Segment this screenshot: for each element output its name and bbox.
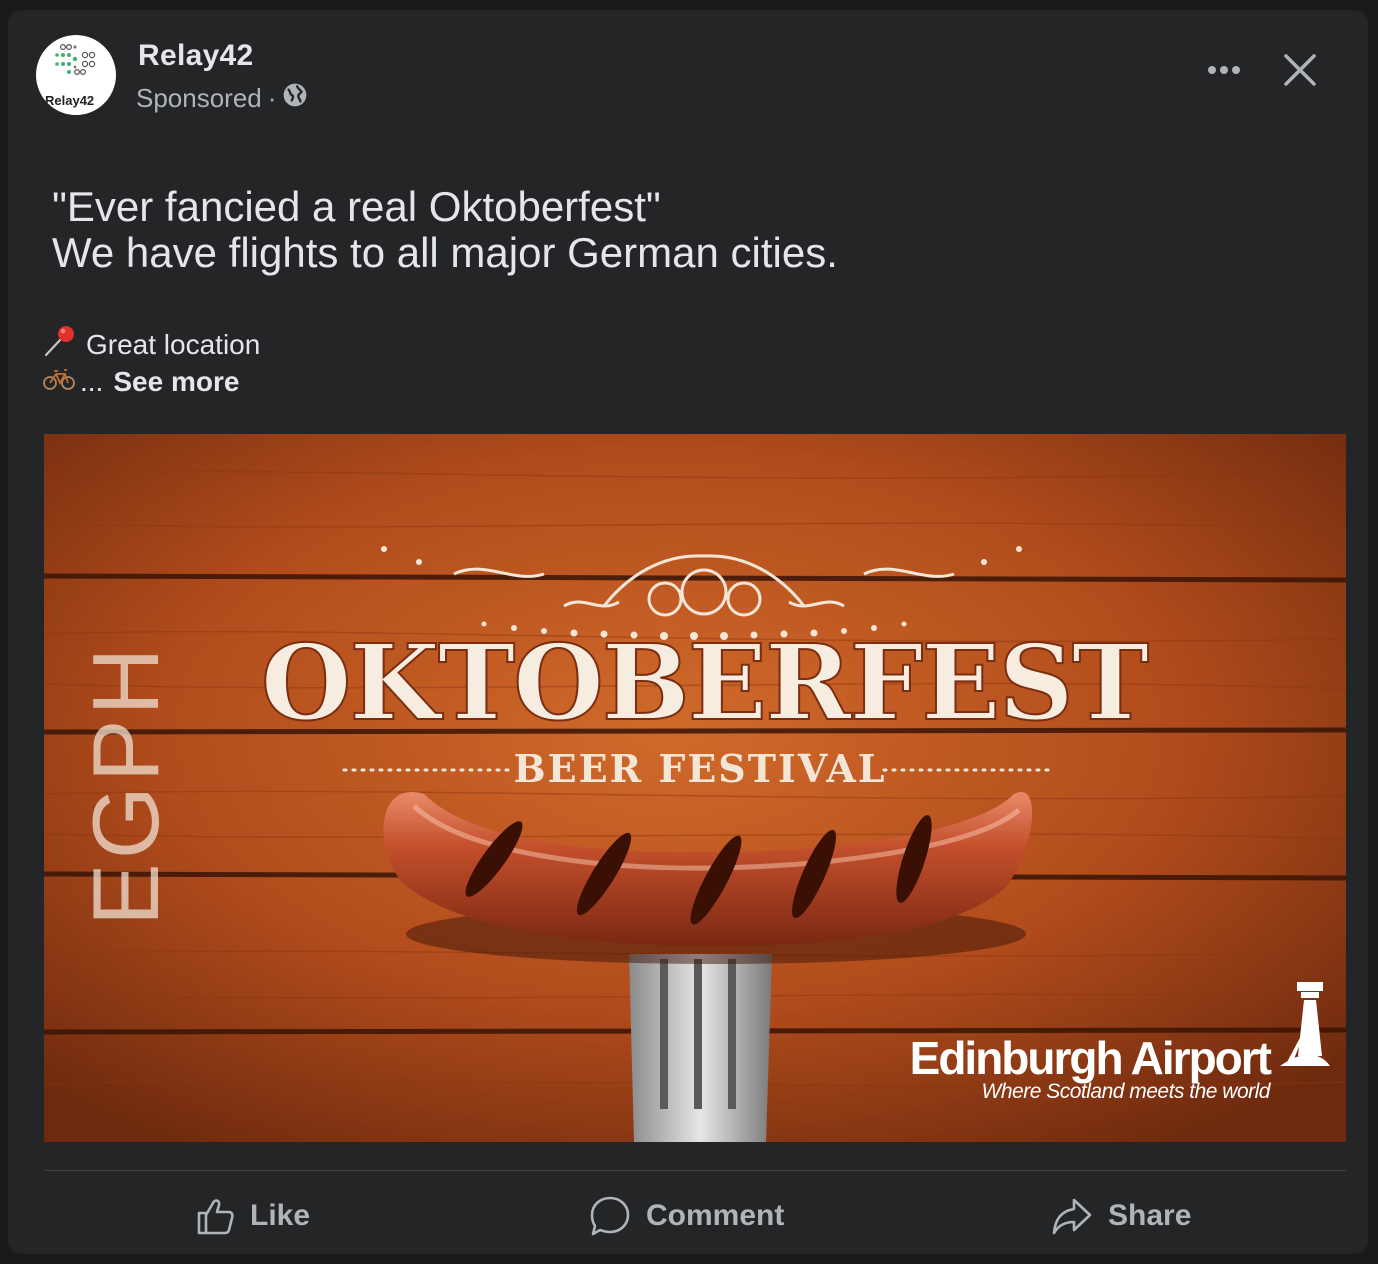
share-button[interactable]: Share (1050, 1190, 1191, 1242)
bicycle-icon (42, 364, 76, 399)
ellipsis: ... (80, 365, 104, 397)
see-more-link[interactable]: See more (113, 366, 239, 398)
share-label: Share (1108, 1199, 1192, 1232)
sponsored-post-card: Relay42 Relay42 Sponsored · "Ever fancie… (8, 10, 1368, 1254)
sponsored-meta: Sponsored · (136, 82, 308, 115)
ad-subtitle: BEER FESTIVAL (513, 746, 886, 791)
post-detail-line-2: ... See more (42, 364, 239, 399)
post-detail-line-1: Great location (42, 324, 260, 365)
comment-button[interactable]: Comment (588, 1190, 784, 1242)
comment-label: Comment (646, 1199, 785, 1232)
globe-icon[interactable] (282, 82, 308, 115)
actions-divider (44, 1170, 1346, 1171)
more-dots-icon (1208, 66, 1240, 74)
like-label: Like (250, 1199, 311, 1232)
page-name[interactable]: Relay42 (138, 39, 254, 73)
more-options-button[interactable] (1202, 50, 1252, 90)
page-avatar[interactable]: Relay42 (36, 35, 116, 115)
thumbs-up-icon (197, 1199, 234, 1235)
detail-text: Great location (86, 328, 261, 360)
ad-side-code: EGPH (73, 644, 178, 926)
svg-text:Relay42: Relay42 (45, 93, 94, 108)
meta-separator: · (267, 83, 277, 113)
ad-title: OKTOBERFEST (261, 621, 1149, 744)
comment-bubble-icon (590, 1196, 630, 1236)
share-arrow-icon (1052, 1198, 1092, 1235)
post-message-line-1: "Ever fancied a real Oktoberfest" (52, 183, 661, 230)
sponsored-label[interactable]: Sponsored (136, 83, 262, 114)
like-button[interactable]: Like (194, 1190, 310, 1242)
ad-tagline: Where Scotland meets the world (982, 1080, 1272, 1103)
pushpin-icon (42, 324, 78, 365)
close-icon (1284, 54, 1316, 86)
fork-image (629, 954, 772, 1142)
relay42-logo: Relay42 (45, 44, 96, 108)
post-message-line-2: We have flights to all major German citi… (52, 229, 838, 276)
ad-image[interactable]: OKTOBERFEST BEER FESTIVAL EGPH Edinburgh… (44, 434, 1346, 1142)
ad-brand: Edinburgh Airport (910, 1032, 1272, 1084)
post-message: "Ever fancied a real Oktoberfest" We hav… (52, 184, 838, 276)
close-button[interactable] (1276, 46, 1324, 94)
